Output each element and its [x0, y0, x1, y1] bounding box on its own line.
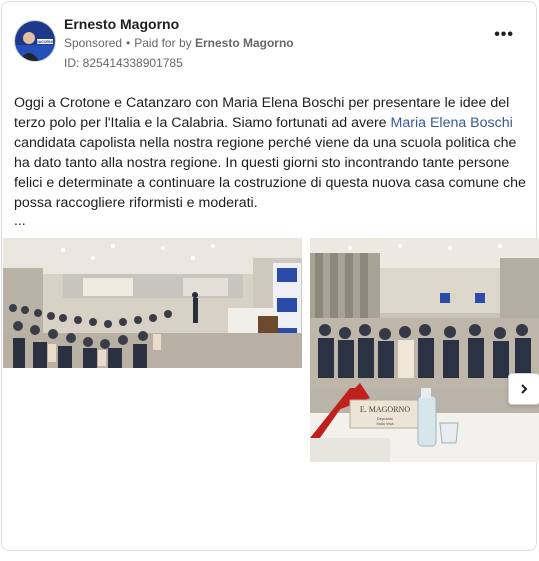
author-name[interactable]: Ernesto Magorno [64, 16, 179, 32]
placard-name: E. MAGORNO [360, 405, 410, 414]
placard-sub2: Italia Viva [376, 421, 394, 426]
sponsored-label: Sponsored [64, 36, 123, 50]
ad-id: ID: 825414338901785 [64, 56, 183, 70]
see-more-ellipsis[interactable]: ... [14, 212, 26, 228]
separator-dot: • [126, 36, 131, 50]
carousel-next-button[interactable] [508, 373, 539, 405]
chevron-right-icon [521, 384, 528, 394]
post-text-part2: candidata capolista nella nostra regione… [14, 135, 526, 211]
paid-by-name: Ernesto Magorno [194, 36, 294, 50]
avatar[interactable]: MAGORNO [14, 20, 56, 62]
carousel-photo-1[interactable] [3, 238, 302, 368]
paid-prefix: Paid for by [134, 36, 192, 50]
post-body: Oggi a Crotone e Catanzaro con Maria Ele… [14, 93, 526, 213]
carousel-photo-2[interactable]: E. MAGORNO Deputato Italia Viva [310, 238, 539, 462]
ad-card: MAGORNO Ernesto Magorno Sponsored • Paid f… [1, 1, 539, 551]
more-options-icon[interactable]: ••• [494, 27, 514, 43]
mention-link[interactable]: Maria Elena Boschi [391, 115, 513, 131]
sponsored-line: Sponsored • Paid for by Ernesto Magorno [64, 36, 294, 50]
avatar-text: MAGORNO [36, 40, 55, 44]
